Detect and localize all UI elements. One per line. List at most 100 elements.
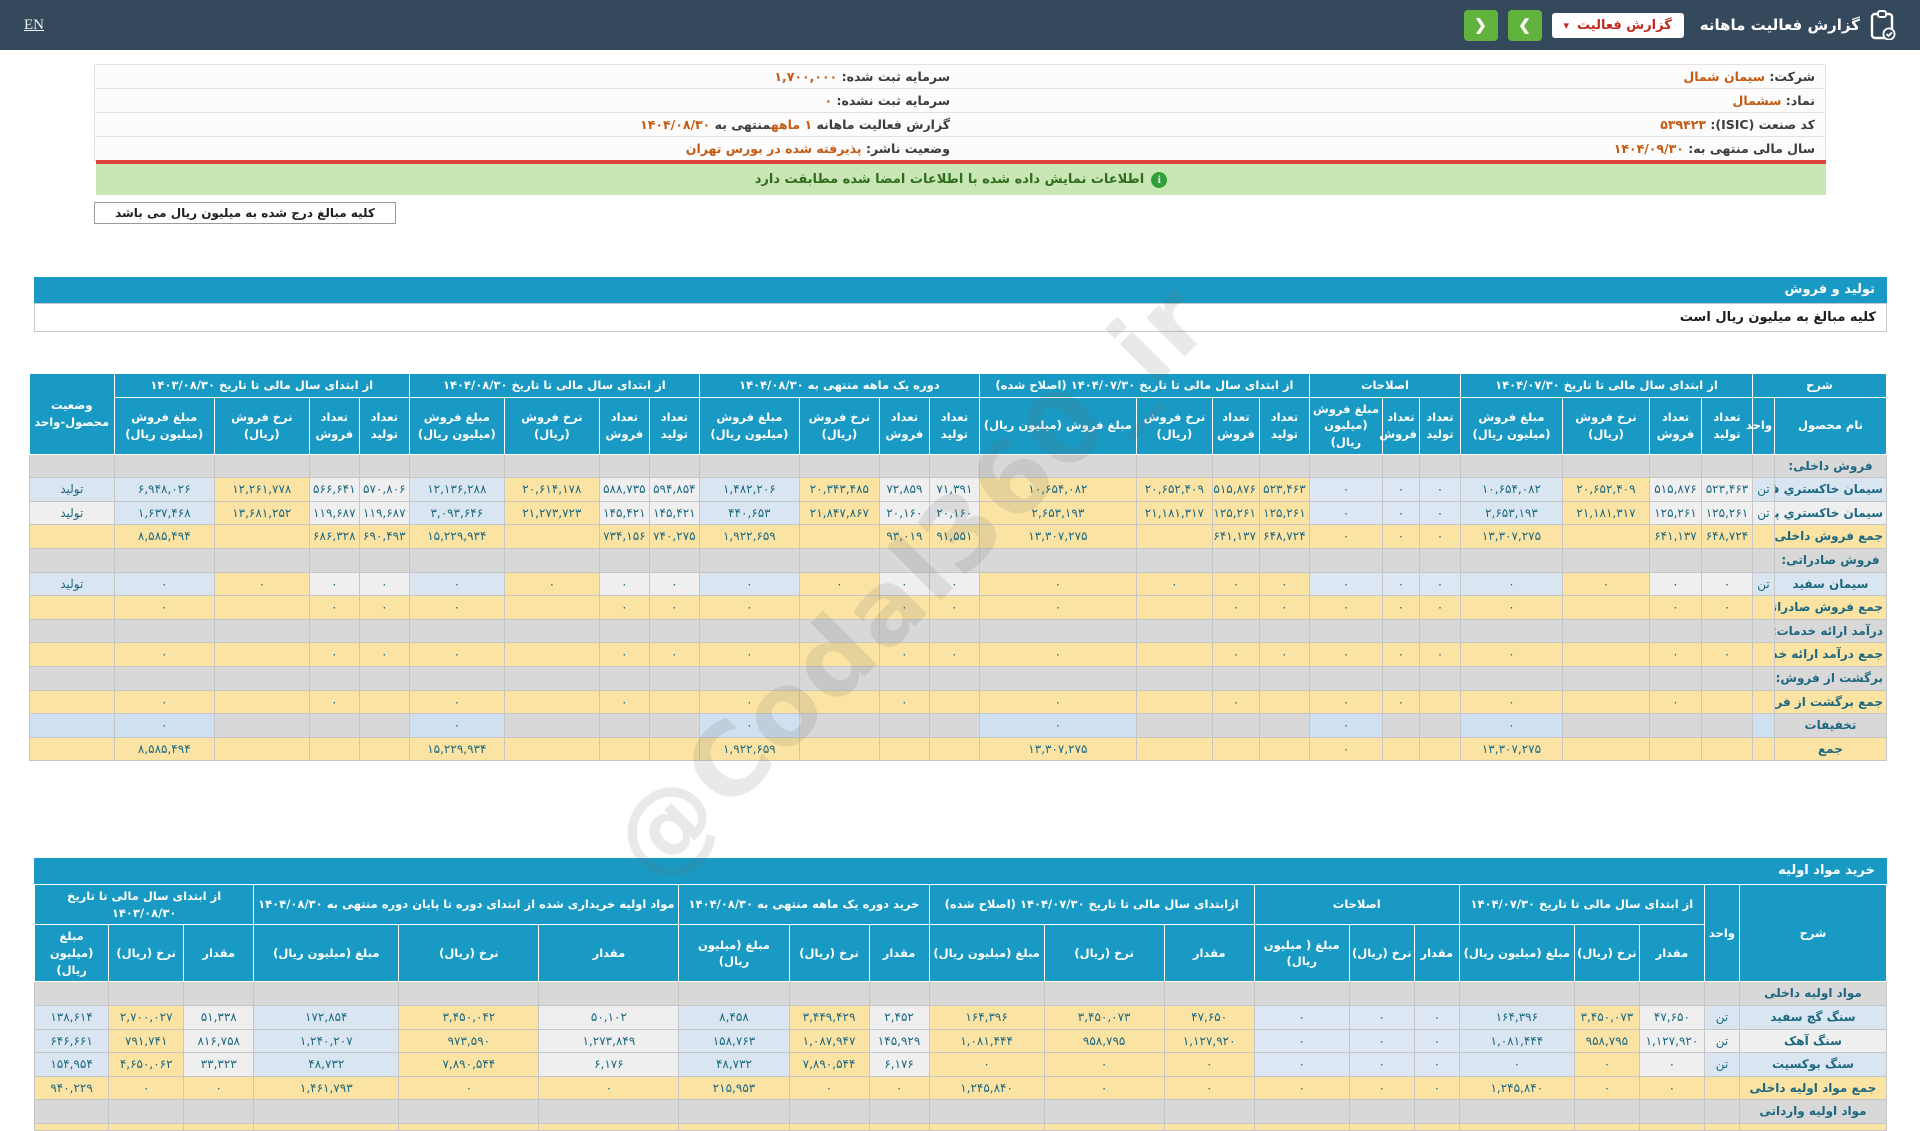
table-row: برگشت از فروش:: [29, 667, 1886, 691]
value-cell: ۲۱,۸۴۷,۸۶۷: [799, 501, 879, 525]
value-cell: ۰: [649, 596, 699, 620]
column-header: نرخ فروش (ریال): [799, 397, 879, 454]
value-cell: [799, 737, 879, 761]
column-header: مبلغ فروش (میلیون ریال): [699, 397, 799, 454]
value-cell: [1562, 619, 1649, 643]
value-cell: [359, 690, 409, 714]
value-cell: [254, 982, 399, 1006]
column-header: نرخ فروش (ریال): [214, 397, 309, 454]
info-row: نماد: سشمالسرمایه ثبت نشده: ۰: [95, 89, 1825, 113]
table-row: سنگ بوکسیتتن۰۰۰۰۰۰۰۰۰۶,۱۷۶۷,۸۹۰,۵۴۴۴۸,۷۳…: [35, 1053, 1887, 1077]
value-cell: [799, 619, 879, 643]
value-cell: [1044, 982, 1164, 1006]
column-group-header: وضعیت محصول-واحد: [29, 374, 114, 455]
info-cell-left: سرمایه ثبت شده: ۱,۷۰۰,۰۰۰: [95, 69, 960, 84]
value-cell: ۱,۲۷۳,۸۴۹: [539, 1029, 679, 1053]
value-cell: [599, 619, 649, 643]
value-cell: ۰: [599, 596, 649, 620]
value-cell: [1460, 454, 1562, 478]
value-cell: ۰: [879, 643, 929, 667]
row-label: جمع درآمد ارائه خدمات: [1775, 643, 1887, 667]
value-cell: ۰: [1460, 690, 1562, 714]
info-label: نماد:: [1781, 93, 1815, 108]
value-cell: [979, 619, 1136, 643]
column-header: مبلغ (میلیون ریال): [929, 925, 1044, 982]
value-cell: ۰: [1649, 643, 1701, 667]
row-label: جمع برگشت از فروش: [1775, 690, 1887, 714]
row-label: سیمان سفید: [1775, 572, 1887, 596]
value-cell: [214, 690, 309, 714]
unit-cell: [1752, 525, 1774, 549]
next-report-button[interactable]: ❯: [1508, 10, 1542, 41]
unit-cell: تن: [1752, 572, 1774, 596]
value-cell: [114, 667, 214, 691]
value-cell: [1309, 454, 1382, 478]
value-cell: [699, 454, 799, 478]
value-cell: ۵۶۶,۶۴۱: [309, 478, 359, 502]
report-type-dropdown[interactable]: گزارش فعالیت ▾: [1552, 13, 1684, 38]
language-switch-link[interactable]: EN: [24, 17, 44, 34]
value-cell: ۰: [979, 643, 1136, 667]
value-cell: ۶۴۱,۱۳۷: [1649, 525, 1701, 549]
value-cell: ۵۱,۳۳۸: [184, 1005, 254, 1029]
value-cell: ۷۳۴,۱۵۶: [599, 525, 649, 549]
value-cell: ۰: [1212, 596, 1259, 620]
value-cell: [1254, 1100, 1349, 1124]
value-cell: [1309, 619, 1382, 643]
value-cell: ۳,۴۵۰,۰۷۳: [1574, 1005, 1639, 1029]
info-value: ۱,۷۰۰,۰۰۰: [774, 69, 837, 84]
value-cell: ۰: [1164, 1053, 1254, 1077]
value-cell: ۹۵۸,۷۹۵: [1574, 1029, 1639, 1053]
value-cell: ۴۴۰,۶۵۳: [699, 501, 799, 525]
value-cell: [1259, 667, 1309, 691]
info-row: شرکت: سیمان شمالسرمایه ثبت شده: ۱,۷۰۰,۰۰…: [95, 65, 1825, 89]
value-cell: [1136, 714, 1212, 738]
column-header: تعداد فروش: [599, 397, 649, 454]
value-cell: ۰: [1212, 572, 1259, 596]
value-cell: ۰: [359, 572, 409, 596]
value-cell: ۹۱,۵۵۱: [929, 525, 979, 549]
row-label: سنگ گچ سفید: [1739, 1005, 1886, 1029]
value-cell: ۰: [1259, 572, 1309, 596]
value-cell: ۱۷۲,۸۵۴: [254, 1005, 399, 1029]
value-cell: ۵۹۴,۸۵۴: [649, 478, 699, 502]
value-cell: ۰: [1212, 643, 1259, 667]
value-cell: [1649, 667, 1701, 691]
value-cell: [1562, 690, 1649, 714]
value-cell: ۱۴۵,۴۲۱: [599, 501, 649, 525]
value-cell: ۰: [1414, 1029, 1459, 1053]
value-cell: ۱۳,۶۸۱,۲۵۲: [214, 501, 309, 525]
value-cell: [35, 1100, 109, 1124]
value-cell: ۸,۴۵۸: [679, 1005, 789, 1029]
value-cell: [504, 596, 599, 620]
partial-cell: [1639, 1123, 1704, 1130]
unit-cell: [1752, 549, 1774, 573]
status-cell: تولید: [29, 572, 114, 596]
value-cell: [214, 714, 309, 738]
value-cell: [799, 525, 879, 549]
value-cell: [1562, 667, 1649, 691]
column-header: نرخ فروش (ریال): [504, 397, 599, 454]
value-cell: ۰: [409, 714, 504, 738]
column-group-header: دوره یک ماهه منتهی به ۱۴۰۴/۰۸/۳۰: [699, 374, 979, 398]
value-cell: [1136, 619, 1212, 643]
page: گزارش فعالیت ماهانه گزارش فعالیت ▾ ❯ ❮ E…: [0, 0, 1920, 1080]
value-cell: [799, 454, 879, 478]
column-header: نرخ (ریال): [789, 925, 869, 982]
value-cell: ۴۷,۶۵۰: [1639, 1005, 1704, 1029]
value-cell: ۰: [699, 714, 799, 738]
materials-table-wrapper: شرحواحداز ابتدای سال مالی تا تاریخ ۱۴۰۴/…: [34, 884, 1887, 1131]
value-cell: [1349, 1100, 1414, 1124]
previous-report-button[interactable]: ❮: [1464, 10, 1498, 41]
value-cell: [1419, 549, 1460, 573]
table-row: فروش داخلی:: [29, 454, 1886, 478]
value-cell: ۰: [879, 572, 929, 596]
partial-cell: [929, 1123, 1044, 1130]
value-cell: [1136, 690, 1212, 714]
partial-cell: [399, 1123, 539, 1130]
value-cell: ۱۱۹,۶۸۷: [359, 501, 409, 525]
info-label: سال مالی منتهی به:: [1684, 141, 1815, 156]
value-cell: ۱,۰۸۱,۴۴۴: [1459, 1029, 1574, 1053]
value-cell: [1701, 549, 1752, 573]
info-label: وضعیت ناشر:: [862, 141, 950, 156]
